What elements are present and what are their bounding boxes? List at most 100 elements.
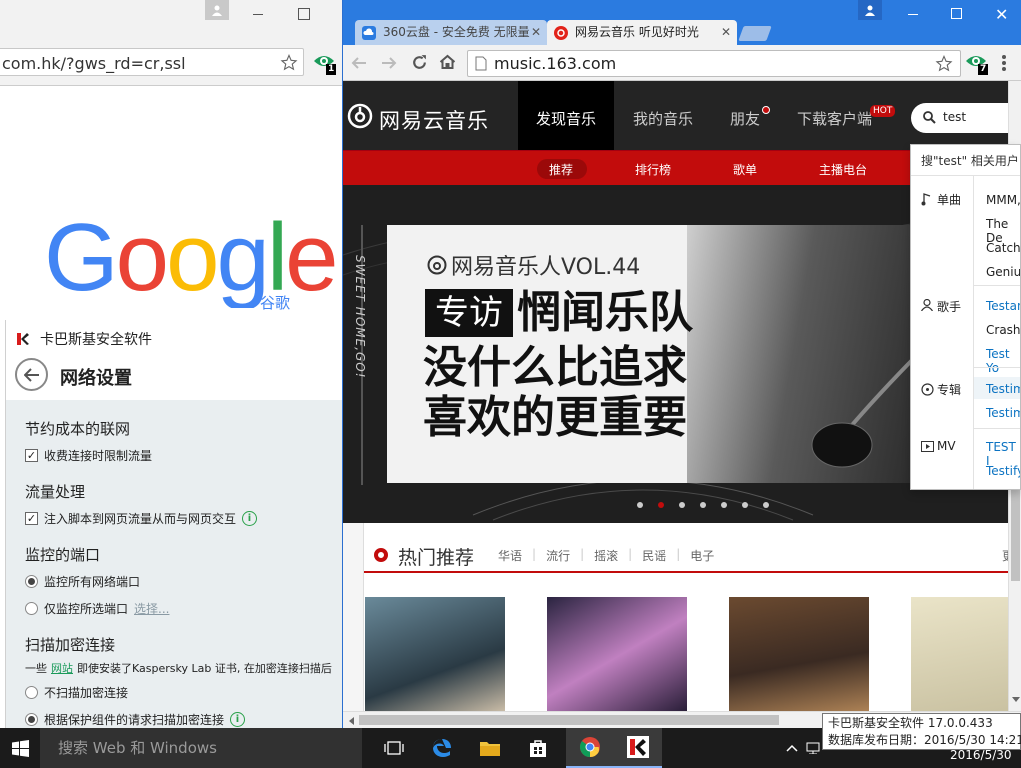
- maximize-button[interactable]: [298, 8, 310, 20]
- store-button[interactable]: [514, 728, 562, 768]
- kaspersky-header: 卡巴斯基安全软件 网络设置: [6, 320, 342, 400]
- playlist-cover[interactable]: [911, 597, 1008, 711]
- profile-button[interactable]: [205, 0, 229, 20]
- checkbox[interactable]: ✓: [25, 512, 38, 525]
- radio-no-scan[interactable]: 不扫描加密连接: [25, 684, 128, 701]
- carousel-dot-active[interactable]: [658, 502, 664, 508]
- extension-eye-icon[interactable]: 1: [313, 52, 337, 76]
- file-explorer-button[interactable]: [466, 728, 514, 768]
- start-button[interactable]: [0, 728, 40, 768]
- close-button[interactable]: ✕: [995, 5, 1008, 24]
- banner-image[interactable]: 网易音乐人VOL.44 专访 惘闻乐队 没什么比追求 喜欢的更重要: [387, 225, 964, 483]
- extension-eye-icon[interactable]: 7: [965, 52, 989, 76]
- new-tab-button[interactable]: [738, 26, 772, 41]
- nav-item-discover[interactable]: 发现音乐: [518, 81, 614, 150]
- scroll-thumb[interactable]: [359, 715, 779, 725]
- nav-item-my-music[interactable]: 我的音乐: [633, 108, 693, 129]
- nav-item-friends[interactable]: 朋友: [730, 108, 760, 129]
- task-view-button[interactable]: [370, 728, 418, 768]
- info-icon[interactable]: i: [230, 712, 246, 727]
- reload-icon[interactable]: [411, 54, 428, 71]
- subnav-item-recommend[interactable]: 推荐: [537, 159, 587, 179]
- suggest-item[interactable]: MMM,: [986, 193, 1020, 207]
- taskbar-date[interactable]: 2016/5/30: [950, 748, 1012, 762]
- nav-item-download[interactable]: 下载客户端: [797, 108, 872, 129]
- carousel-dot[interactable]: [700, 502, 706, 508]
- home-icon[interactable]: [439, 54, 456, 70]
- select-ports-link[interactable]: 选择...: [134, 600, 169, 617]
- carousel-dot[interactable]: [742, 502, 748, 508]
- radio-button[interactable]: [25, 713, 38, 726]
- subnav-item-radio[interactable]: 主播电台: [819, 161, 867, 178]
- radio-button[interactable]: [25, 575, 38, 588]
- banner-carousel[interactable]: SWEET HOME,GO! 网易音乐人VOL.44 专访 惘闻乐队 没什么比追…: [343, 185, 1008, 523]
- carousel-dot[interactable]: [721, 502, 727, 508]
- netease-logo-icon[interactable]: [347, 103, 373, 129]
- network-icon[interactable]: [806, 742, 820, 754]
- windows-logo-icon: [11, 739, 29, 757]
- playlist-cover[interactable]: [365, 597, 505, 711]
- scroll-down-icon[interactable]: [1012, 697, 1020, 703]
- radio-selected-ports[interactable]: 仅监控所选端口 选择...: [25, 600, 169, 617]
- address-bar[interactable]: music.163.com: [467, 50, 961, 77]
- info-icon[interactable]: i: [242, 511, 258, 526]
- playlist-cover[interactable]: [729, 597, 869, 711]
- tag-link[interactable]: 摇滚: [594, 547, 618, 564]
- minimize-button[interactable]: [905, 8, 921, 22]
- suggest-item[interactable]: Genius: [986, 265, 1020, 279]
- back-arrow-icon[interactable]: [351, 55, 367, 71]
- subnav-item-playlists[interactable]: 歌单: [733, 161, 757, 178]
- checkbox-row-inject[interactable]: ✓ 注入脚本到网页流量从而与网页交互 i: [25, 510, 258, 527]
- music-note-icon: [921, 193, 931, 206]
- left-address-bar[interactable]: com.hk/?gws_rd=cr,ssl: [0, 48, 304, 76]
- radio-label: 根据保护组件的请求扫描加密连接: [44, 713, 225, 727]
- radio-all-ports[interactable]: 监控所有网络端口: [25, 573, 140, 590]
- tag-link[interactable]: 华语: [498, 547, 522, 564]
- suggest-item[interactable]: Testim: [986, 382, 1020, 396]
- close-icon[interactable]: ✕: [531, 20, 541, 45]
- tag-link[interactable]: 电子: [690, 547, 714, 564]
- suggest-item[interactable]: Test Yo: [986, 347, 1020, 375]
- radio-button[interactable]: [25, 686, 38, 699]
- edge-browser-button[interactable]: [418, 728, 466, 768]
- close-icon[interactable]: ✕: [721, 20, 731, 45]
- forward-arrow-icon[interactable]: [381, 55, 397, 71]
- kaspersky-taskbar-button[interactable]: [614, 728, 662, 768]
- suggest-category-mv: MV: [937, 439, 956, 453]
- minimize-button[interactable]: [250, 8, 266, 22]
- chrome-button[interactable]: [566, 728, 614, 768]
- site-logo-text[interactable]: 网易云音乐: [379, 105, 489, 135]
- back-button[interactable]: [15, 358, 48, 391]
- playlist-cover[interactable]: [547, 597, 687, 711]
- tag-link[interactable]: 流行: [546, 547, 570, 564]
- checkbox[interactable]: ✓: [25, 449, 38, 462]
- radio-scan-on-request[interactable]: 根据保护组件的请求扫描加密连接 i: [25, 711, 246, 728]
- menu-button[interactable]: [1002, 55, 1006, 71]
- scroll-left-icon[interactable]: [348, 717, 354, 725]
- tab-netease-music[interactable]: 网易云音乐 听见好时光 ✕: [547, 20, 737, 45]
- tag-link[interactable]: 民谣: [642, 547, 666, 564]
- suggest-header[interactable]: 搜"test" 相关用户 >: [921, 152, 1020, 169]
- chevron-up-icon[interactable]: [786, 744, 798, 752]
- profile-button[interactable]: [858, 0, 882, 20]
- tab-360-pan[interactable]: 360云盘 - 安全免费 无限量 ✕: [355, 20, 547, 45]
- bookmark-star-icon[interactable]: [280, 54, 298, 71]
- websites-link[interactable]: 网站: [51, 660, 73, 676]
- taskbar-search-box[interactable]: 搜索 Web 和 Windows: [40, 728, 362, 768]
- carousel-dot[interactable]: [637, 502, 643, 508]
- checkbox-row-metered[interactable]: ✓ 收费连接时限制流量: [25, 447, 152, 464]
- extension-badge: 7: [978, 64, 989, 75]
- subnav-item-charts[interactable]: 排行榜: [635, 161, 671, 178]
- bookmark-star-icon[interactable]: [935, 55, 953, 72]
- suggest-item[interactable]: Testim: [986, 406, 1020, 420]
- suggest-item[interactable]: Testify-: [986, 464, 1020, 478]
- suggest-item[interactable]: Catch: [986, 241, 1020, 255]
- suggest-item[interactable]: Testan: [986, 299, 1020, 313]
- radio-button[interactable]: [25, 602, 38, 615]
- person-icon: [921, 299, 933, 311]
- carousel-dot[interactable]: [679, 502, 685, 508]
- maximize-button[interactable]: [951, 8, 962, 19]
- suggest-item[interactable]: Crash: [986, 323, 1020, 337]
- carousel-dot[interactable]: [763, 502, 769, 508]
- site-search-input[interactable]: test: [911, 103, 1008, 133]
